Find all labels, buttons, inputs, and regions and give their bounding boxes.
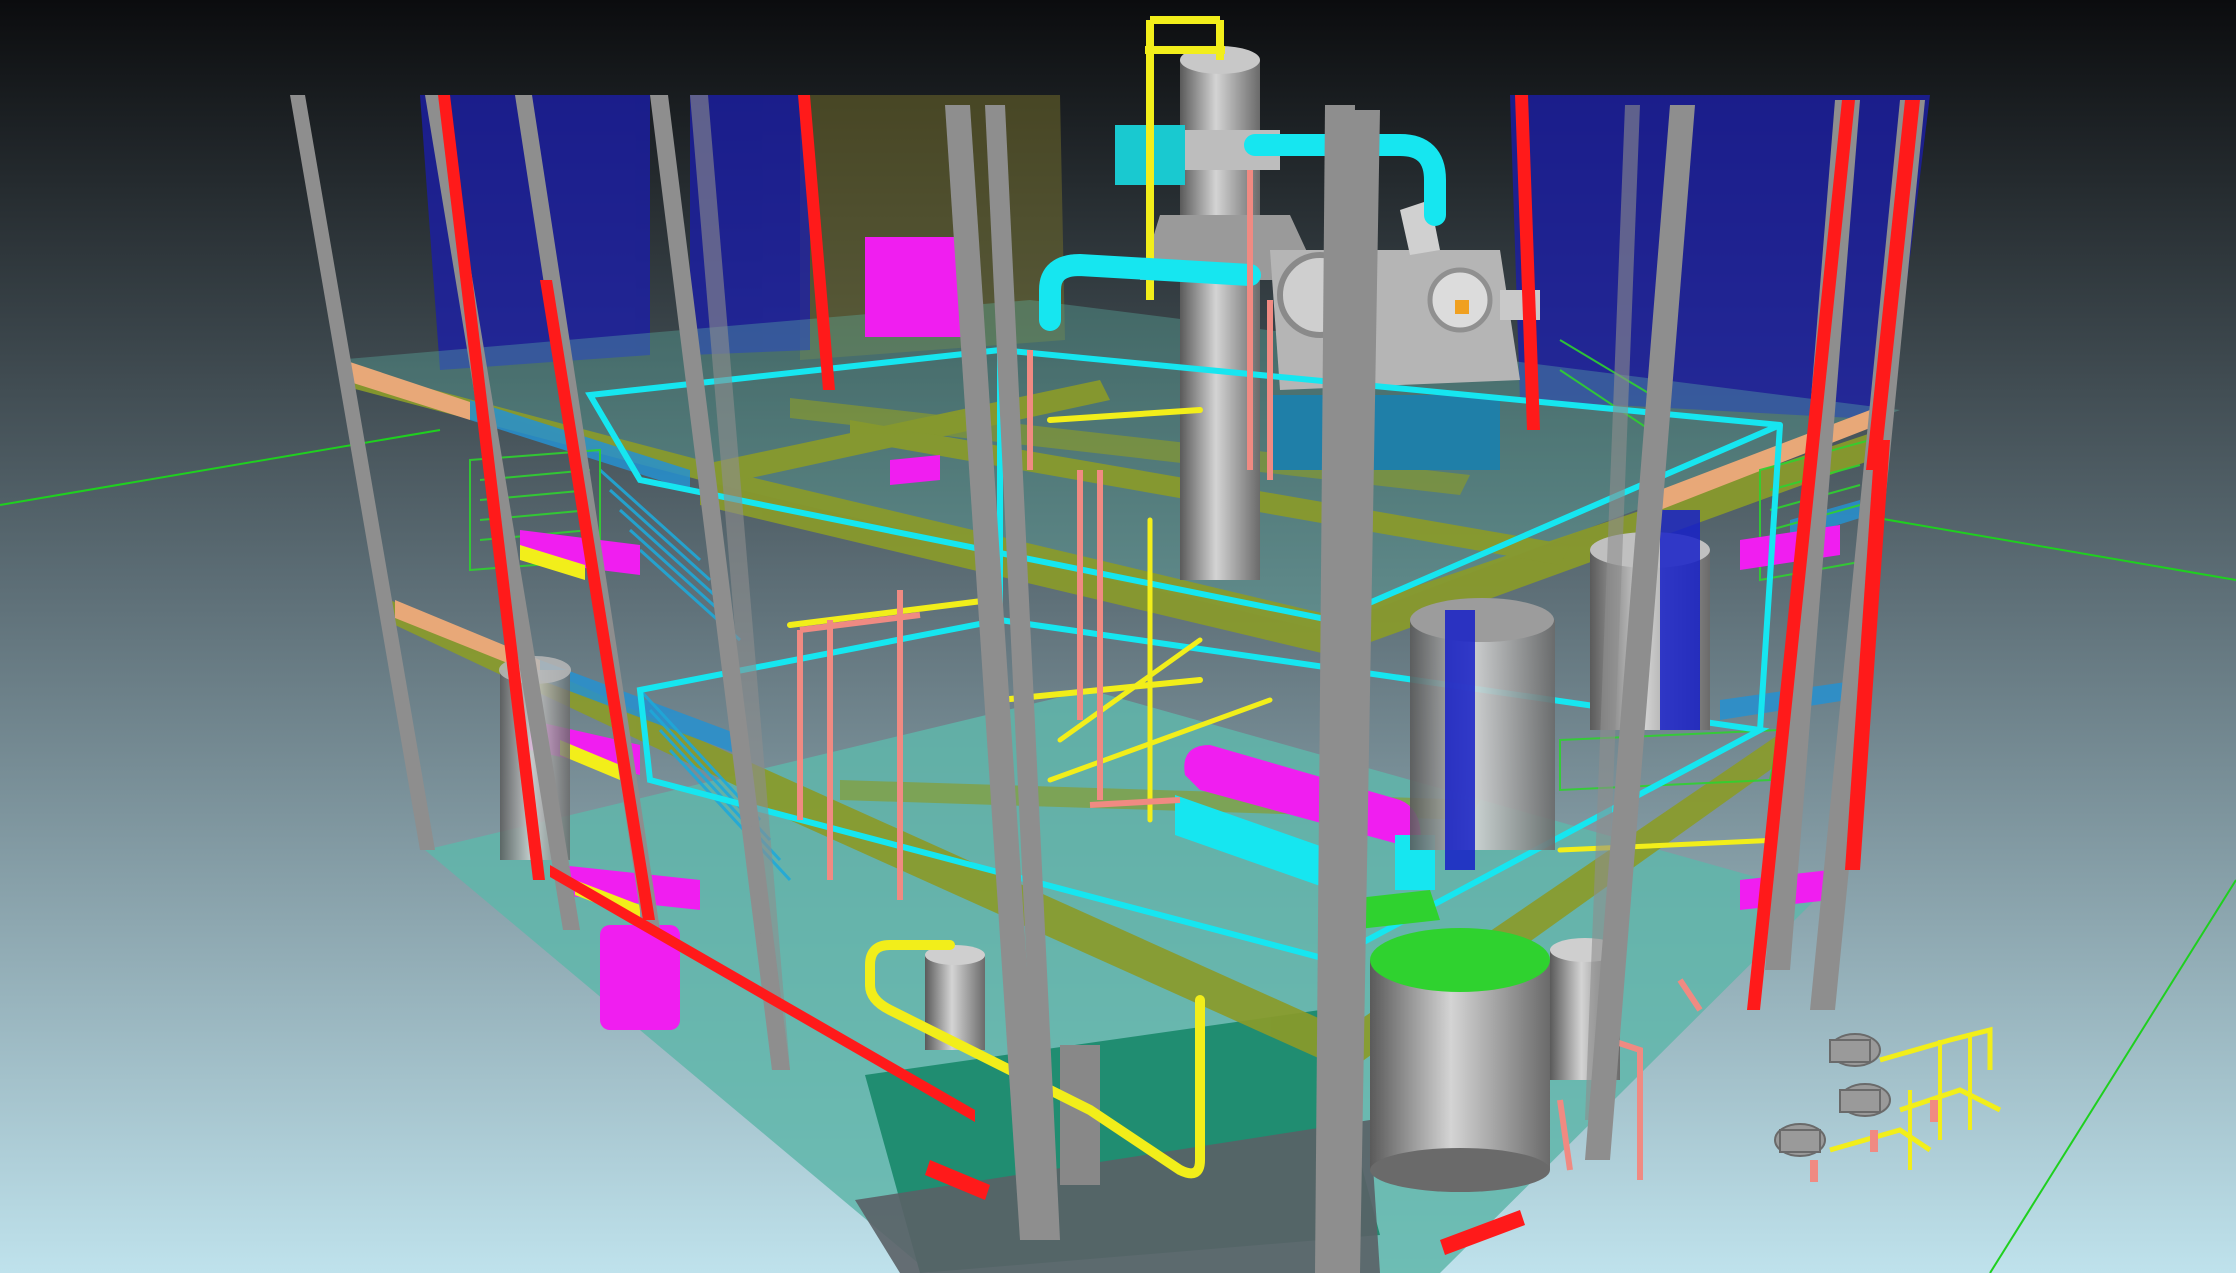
plant-model-scene[interactable] (0, 0, 2236, 1273)
3d-model-viewport[interactable] (0, 0, 2236, 1273)
storage-tank-icon (1370, 928, 1550, 1192)
process-vessel-center (1410, 598, 1555, 870)
